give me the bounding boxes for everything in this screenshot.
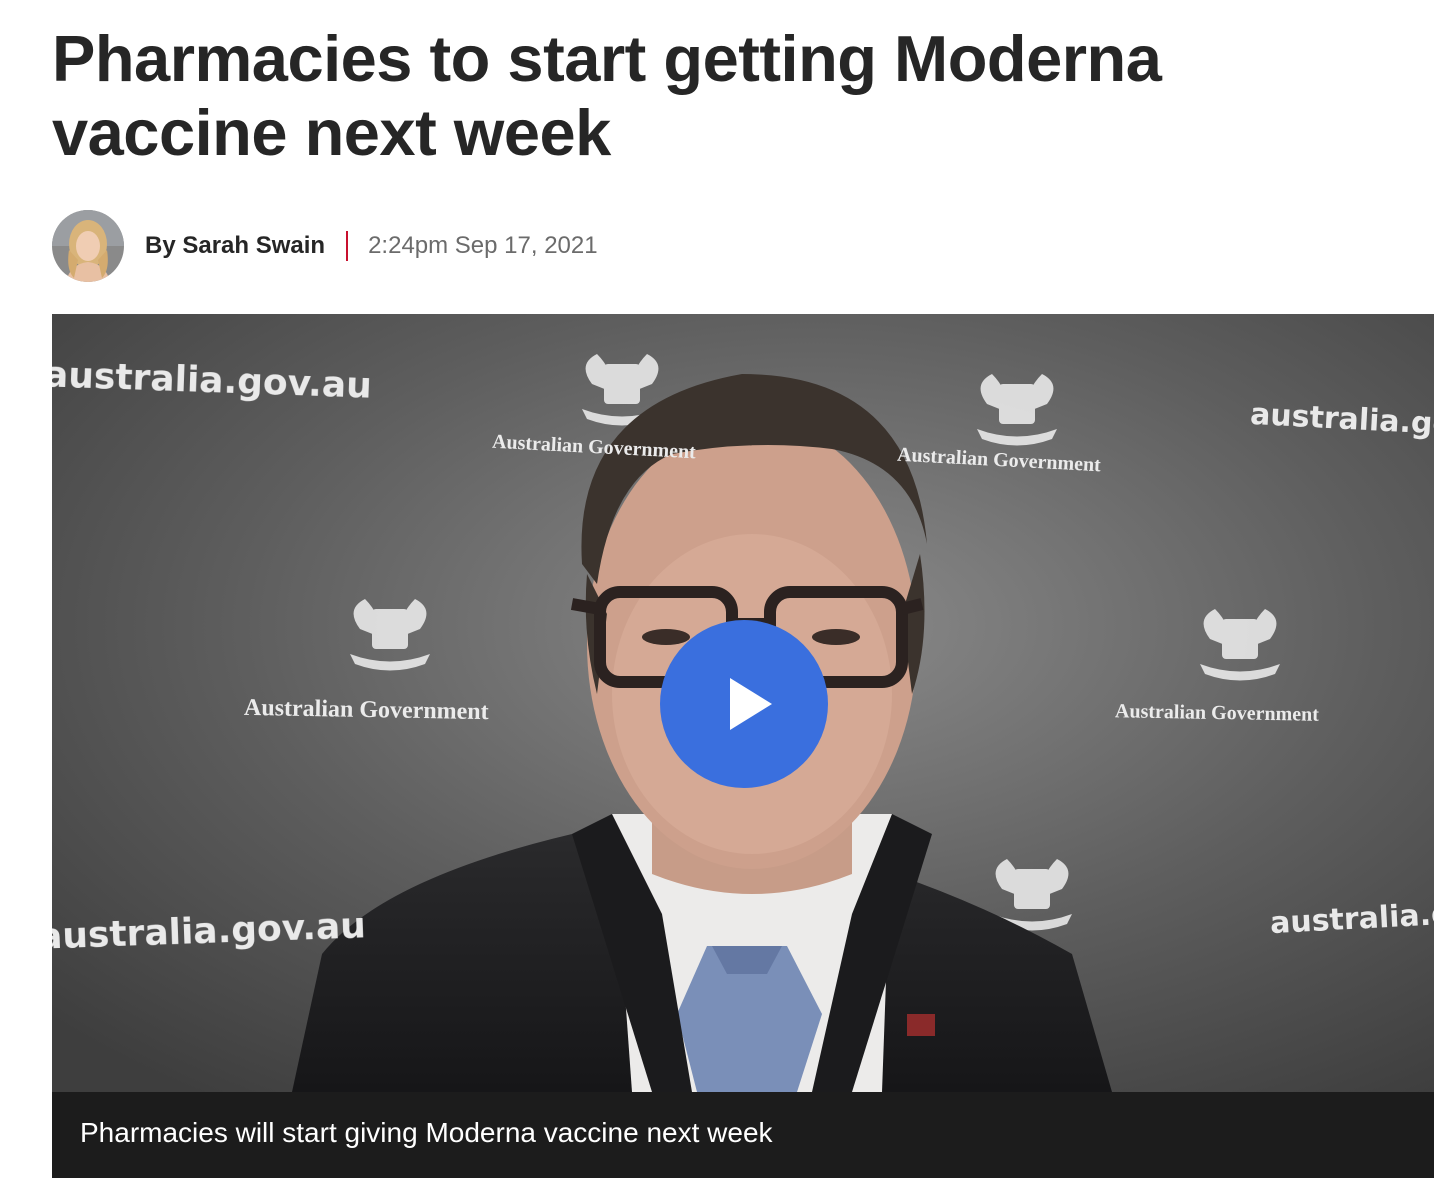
article-page: Pharmacies to start getting Moderna vacc… [0, 0, 1434, 1178]
article-headline: Pharmacies to start getting Moderna vacc… [52, 22, 1162, 169]
publish-timestamp: 2:24pm Sep 17, 2021 [368, 232, 598, 259]
play-icon [730, 678, 772, 730]
article-byline: By Sarah Swain 2:24pm Sep 17, 2021 [52, 210, 598, 282]
byline-divider [346, 231, 349, 261]
author-name[interactable]: By Sarah Swain [145, 232, 325, 260]
video-caption-bar: Pharmacies will start giving Moderna vac… [52, 1092, 1434, 1178]
video-player[interactable]: australia.gov.au australia.gov.au austra… [52, 314, 1434, 1092]
play-button[interactable] [660, 620, 828, 788]
author-avatar[interactable] [52, 210, 124, 282]
video-caption: Pharmacies will start giving Moderna vac… [80, 1117, 773, 1148]
backdrop-agency-label: Australian Government [1114, 700, 1320, 726]
backdrop-agency-label: Australian Government [243, 694, 489, 726]
